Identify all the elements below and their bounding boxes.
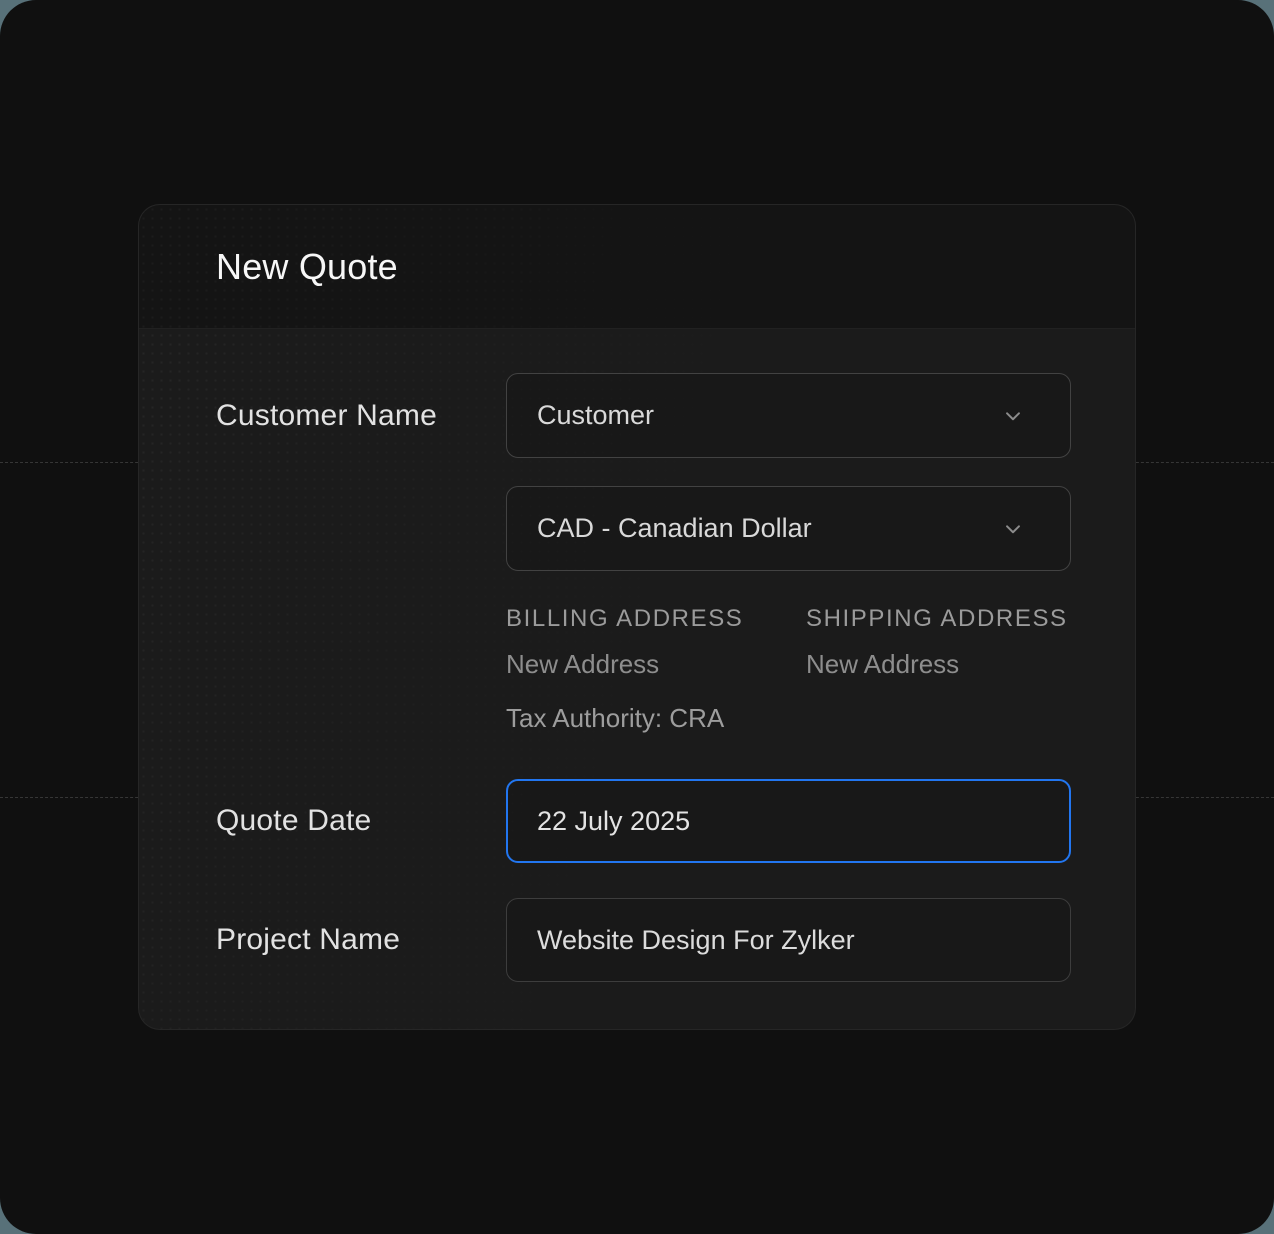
billing-address-heading: BILLING ADDRESS bbox=[506, 604, 806, 634]
currency-row: CAD - Canadian Dollar bbox=[139, 486, 1135, 571]
new-quote-dialog: New Quote Customer Name Customer CAD - C… bbox=[138, 204, 1136, 1030]
project-name-row: Project Name bbox=[139, 898, 1135, 982]
tax-authority-text: Tax Authority: CRA bbox=[506, 702, 806, 734]
shipping-new-address-link[interactable]: New Address bbox=[806, 648, 959, 680]
dialog-title: New Quote bbox=[216, 205, 398, 328]
currency-select-value: CAD - Canadian Dollar bbox=[537, 513, 812, 544]
dialog-header: New Quote bbox=[139, 205, 1135, 329]
quote-date-input[interactable] bbox=[506, 779, 1071, 863]
app-background: New Quote Customer Name Customer CAD - C… bbox=[0, 0, 1274, 1234]
quote-date-label: Quote Date bbox=[216, 779, 371, 863]
customer-select-value: Customer bbox=[537, 400, 654, 431]
billing-address-column: BILLING ADDRESS New Address Tax Authorit… bbox=[506, 604, 806, 734]
shipping-address-column: SHIPPING ADDRESS New Address bbox=[806, 604, 1106, 734]
quote-date-row: Quote Date bbox=[139, 779, 1135, 863]
customer-select[interactable]: Customer bbox=[506, 373, 1071, 458]
shipping-address-heading: SHIPPING ADDRESS bbox=[806, 604, 1106, 634]
billing-new-address-link[interactable]: New Address bbox=[506, 648, 659, 680]
project-name-label: Project Name bbox=[216, 898, 400, 982]
chevron-down-icon bbox=[1000, 403, 1026, 429]
customer-name-label: Customer Name bbox=[216, 373, 437, 458]
currency-select[interactable]: CAD - Canadian Dollar bbox=[506, 486, 1071, 571]
chevron-down-icon bbox=[1000, 516, 1026, 542]
customer-name-row: Customer Name Customer bbox=[139, 373, 1135, 458]
project-name-input[interactable] bbox=[506, 898, 1071, 982]
